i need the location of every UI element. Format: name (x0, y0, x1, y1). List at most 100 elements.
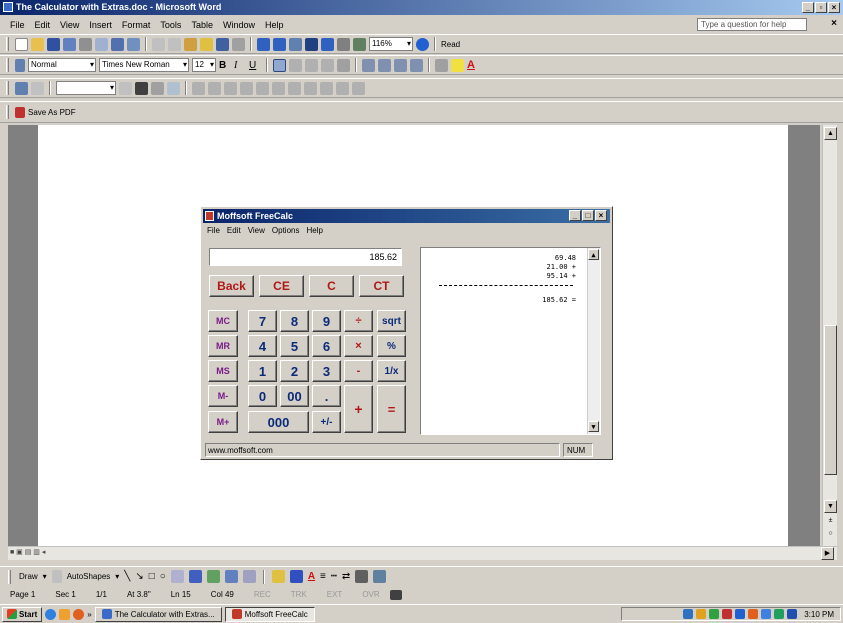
clear-button[interactable]: C (309, 275, 354, 297)
select-objects-icon[interactable] (51, 570, 62, 583)
copy-icon[interactable] (168, 37, 181, 51)
line-icon[interactable]: ╲ (124, 571, 130, 582)
styles-icon[interactable] (15, 58, 25, 72)
fill-color-icon[interactable] (271, 570, 285, 583)
minimize-button[interactable]: _ (802, 2, 814, 13)
calc-menu-options[interactable]: Options (272, 226, 300, 235)
spelling-icon[interactable] (111, 37, 124, 51)
font-size-select[interactable]: 12 (192, 58, 216, 72)
menu-view[interactable]: View (60, 20, 79, 30)
distribute-cols-icon[interactable] (272, 81, 285, 95)
bold-button[interactable]: B (219, 60, 231, 71)
status-ext[interactable]: EXT (317, 590, 353, 599)
tables-borders-icon[interactable] (273, 37, 286, 51)
style-select[interactable]: Normal (28, 58, 96, 72)
text-direction-icon[interactable] (304, 81, 317, 95)
menu-table[interactable]: Table (191, 20, 213, 30)
memory-add-button[interactable]: M+ (208, 411, 238, 433)
tape-scroll-down-icon[interactable]: ▼ (588, 421, 599, 432)
justify-icon[interactable] (321, 58, 334, 72)
digit-0-button[interactable]: 0 (248, 385, 277, 407)
autosum-icon[interactable] (352, 81, 365, 95)
tape-scrollbar[interactable]: ▲ ▼ (587, 248, 600, 434)
help-search-input[interactable]: Type a question for help (697, 18, 807, 31)
menu-insert[interactable]: Insert (89, 20, 112, 30)
arrow-style-icon[interactable]: ⇄ (342, 571, 350, 582)
tray-icon[interactable] (787, 609, 798, 619)
split-cells-icon[interactable] (224, 81, 237, 95)
hyperlink-icon[interactable] (257, 37, 270, 51)
memory-clear-button[interactable]: MC (208, 310, 238, 332)
border-color-icon[interactable] (135, 81, 148, 95)
scroll-up-icon[interactable]: ▲ (824, 127, 837, 140)
diagram-icon[interactable] (206, 570, 220, 583)
clear-tape-button[interactable]: CT (359, 275, 404, 297)
digit-9-button[interactable]: 9 (312, 310, 341, 332)
divide-button[interactable]: ÷ (344, 310, 373, 332)
merge-cells-icon[interactable] (208, 81, 221, 95)
highlight-icon[interactable] (451, 58, 464, 72)
tray-icon[interactable] (761, 609, 772, 619)
back-button[interactable]: Back (209, 275, 254, 297)
textbox-icon[interactable] (170, 570, 184, 583)
outlook-icon[interactable] (59, 608, 71, 620)
start-button[interactable]: Start (2, 606, 43, 622)
font-select[interactable]: Times New Roman (99, 58, 189, 72)
line-style-select[interactable] (56, 81, 116, 95)
calc-menu-help[interactable]: Help (306, 226, 322, 235)
rectangle-icon[interactable]: □ (149, 571, 155, 582)
save-as-pdf-button[interactable]: Save As PDF (28, 108, 76, 117)
eraser-icon[interactable] (31, 81, 44, 95)
menu-tools[interactable]: Tools (160, 20, 181, 30)
status-trk[interactable]: TRK (281, 590, 317, 599)
media-icon[interactable] (73, 608, 85, 620)
insert-table-icon[interactable] (289, 37, 302, 51)
horizontal-scrollbar[interactable]: ■ ▣ ▤ ▥ ◂ ▶ (8, 546, 837, 560)
read-button[interactable]: Read (441, 40, 460, 49)
research-icon[interactable] (127, 37, 140, 51)
shading-icon[interactable] (167, 81, 180, 95)
calc-close-button[interactable]: × (595, 210, 607, 221)
digit-1-button[interactable]: 1 (248, 360, 277, 382)
redo-icon[interactable] (232, 37, 245, 51)
previous-page-icon[interactable]: ± (824, 515, 837, 528)
shadow-icon[interactable] (355, 570, 369, 583)
align-center-icon[interactable] (289, 58, 302, 72)
digit-6-button[interactable]: 6 (312, 335, 341, 357)
menu-window[interactable]: Window (223, 20, 255, 30)
calc-menu-edit[interactable]: Edit (227, 226, 241, 235)
sort-descending-icon[interactable] (336, 81, 349, 95)
distribute-rows-icon[interactable] (256, 81, 269, 95)
menu-help[interactable]: Help (265, 20, 284, 30)
drawing-icon[interactable] (321, 37, 334, 51)
tape-scroll-up-icon[interactable]: ▲ (588, 249, 599, 260)
view-buttons[interactable]: ■ ▣ ▤ ▥ ◂ (10, 548, 45, 556)
tray-icon[interactable] (735, 609, 746, 619)
ie-icon[interactable] (45, 608, 57, 620)
undo-icon[interactable] (216, 37, 229, 51)
menu-edit[interactable]: Edit (35, 20, 51, 30)
calc-maximize-button[interactable]: □ (582, 210, 594, 221)
memory-store-button[interactable]: MS (208, 360, 238, 382)
draw-table-icon[interactable] (15, 81, 28, 95)
double-zero-button[interactable]: 00 (280, 385, 309, 407)
tray-icon[interactable] (722, 609, 733, 619)
menu-format[interactable]: Format (122, 20, 151, 30)
autoformat-icon[interactable] (288, 81, 301, 95)
print-icon[interactable] (79, 37, 92, 51)
numbering-icon[interactable] (362, 58, 375, 72)
show-hide-icon[interactable] (353, 37, 366, 51)
line-spacing-icon[interactable] (337, 58, 350, 72)
line-style-icon[interactable]: ≡ (320, 571, 326, 582)
open-folder-icon[interactable] (31, 37, 44, 51)
restore-button[interactable]: ▫ (815, 2, 827, 13)
clipart-icon[interactable] (224, 570, 238, 583)
calc-minimize-button[interactable]: _ (569, 210, 581, 221)
columns-icon[interactable] (305, 37, 318, 51)
tray-icon[interactable] (774, 609, 785, 619)
save-icon[interactable] (47, 37, 60, 51)
scroll-right-icon[interactable]: ▶ (821, 547, 834, 560)
autoshapes-menu-button[interactable]: AutoShapes (67, 572, 111, 581)
decrease-indent-icon[interactable] (394, 58, 407, 72)
italic-button[interactable]: I (234, 60, 246, 71)
